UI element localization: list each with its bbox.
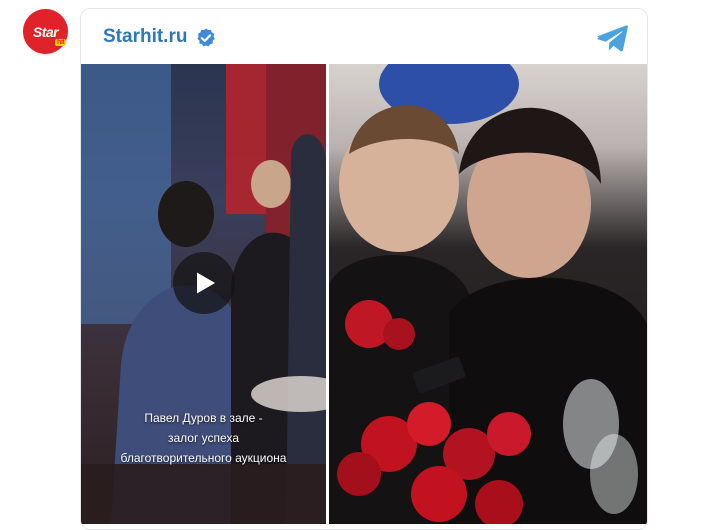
caption-line-1: Павел Дуров в зале - <box>144 411 263 425</box>
channel-name-link[interactable]: Starhit.ru <box>103 26 187 48</box>
post-header: Starhit.ru <box>81 9 647 64</box>
caption-line-2: залог успеха <box>167 431 239 445</box>
photo-scene <box>329 64 647 524</box>
caption-line-3: благотворительного аукциона <box>120 451 287 465</box>
logo-sub-text: hit <box>55 38 67 46</box>
telegram-icon[interactable] <box>595 23 629 53</box>
video-caption: Павел Дуров в зале - залог успеха благот… <box>81 408 326 468</box>
logo-main-text: Star <box>32 23 59 40</box>
play-button[interactable] <box>173 252 235 314</box>
post-media: Павел Дуров в зале - залог успеха благот… <box>81 64 647 529</box>
verified-badge-icon <box>197 28 215 47</box>
starhit-logo: Star hit <box>32 23 67 46</box>
channel-avatar[interactable]: Star hit <box>23 9 68 54</box>
video-thumbnail[interactable]: Павел Дуров в зале - залог успеха благот… <box>81 64 326 524</box>
play-icon <box>197 272 215 294</box>
post-card: Starhit.ru Павел Дуров в зале - залог ус… <box>80 8 648 530</box>
photo-thumbnail[interactable] <box>329 64 647 524</box>
